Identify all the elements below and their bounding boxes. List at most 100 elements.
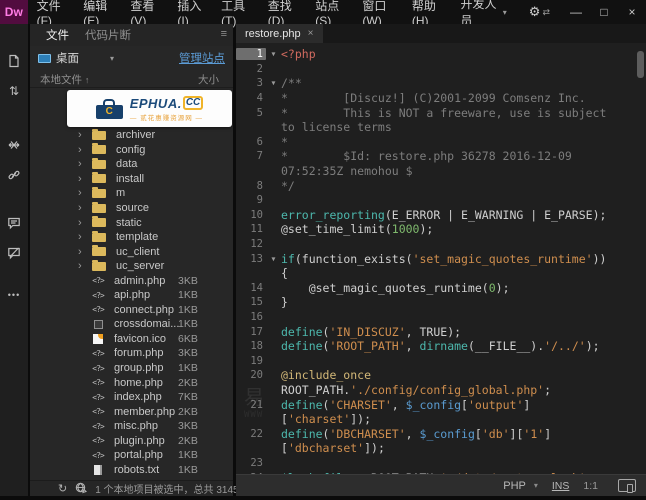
- expand-chevron-icon[interactable]: ›: [78, 130, 92, 140]
- fold-arrow-icon[interactable]: ▼: [266, 50, 281, 58]
- code-line[interactable]: 21define('CHARSET', $_config['output']: [236, 397, 646, 412]
- code-line[interactable]: 22define('DBCHARSET', $_config['db']['1'…: [236, 426, 646, 441]
- column-size[interactable]: 大小: [198, 72, 219, 87]
- tree-row-file[interactable]: <?>connect.php1KB: [30, 303, 233, 318]
- site-select-value[interactable]: 桌面: [56, 50, 79, 66]
- code-line[interactable]: 07:52:35Z nemohou $: [236, 164, 646, 179]
- code-line[interactable]: 18define('ROOT_PATH', dirname(__FILE__).…: [236, 339, 646, 354]
- transfer-arrows-icon[interactable]: ⇅: [3, 80, 25, 102]
- document-tab[interactable]: restore.php ×: [236, 24, 323, 43]
- vertical-scrollbar-thumb[interactable]: [637, 51, 644, 78]
- extract-icon[interactable]: [3, 134, 25, 156]
- code-line[interactable]: 8*/: [236, 178, 646, 193]
- code-line[interactable]: 9: [236, 193, 646, 208]
- column-local-files[interactable]: 本地文件 ↑: [40, 72, 89, 87]
- expand-chevron-icon[interactable]: ›: [78, 159, 92, 169]
- tree-row-folder[interactable]: ›template: [30, 230, 233, 245]
- code-line[interactable]: 13▼if(function_exists('set_magic_quotes_…: [236, 251, 646, 266]
- tab-files[interactable]: 文件: [38, 27, 77, 43]
- code-line[interactable]: 7* $Id: restore.php 36278 2016-12-09: [236, 149, 646, 164]
- code-line[interactable]: 23: [236, 456, 646, 471]
- device-preview-icon[interactable]: [618, 479, 636, 492]
- code-line[interactable]: 2: [236, 62, 646, 77]
- tab-snippets[interactable]: 代码片断: [77, 27, 139, 43]
- comment-off-icon[interactable]: [3, 242, 25, 264]
- code-line[interactable]: 6*: [236, 135, 646, 150]
- fold-arrow-icon[interactable]: ▼: [266, 79, 281, 87]
- workspace-switcher[interactable]: 开发人员 ▾: [450, 0, 516, 24]
- expand-chevron-icon[interactable]: ›: [78, 145, 92, 155]
- expand-chevron-icon[interactable]: ›: [78, 218, 92, 228]
- code-line[interactable]: 17define('IN_DISCUZ', TRUE);: [236, 324, 646, 339]
- code-line[interactable]: 14 @set_magic_quotes_runtime(0);: [236, 281, 646, 296]
- connect-server-icon[interactable]: [75, 482, 87, 496]
- code-line[interactable]: 12: [236, 237, 646, 252]
- tree-row-file[interactable]: <?>api.php1KB: [30, 288, 233, 303]
- expand-chevron-icon[interactable]: ›: [78, 188, 92, 198]
- code-line[interactable]: {: [236, 266, 646, 281]
- tree-row-file[interactable]: <?>group.php1KB: [30, 361, 233, 376]
- minimize-button[interactable]: —: [562, 5, 590, 19]
- tree-row-file[interactable]: favicon.ico6KB: [30, 332, 233, 347]
- file-tree[interactable]: C EPHUA. CC — 贰花惠赚资源网 — ›archiver›config…: [30, 88, 233, 480]
- expand-chevron-icon[interactable]: ›: [78, 174, 92, 184]
- code-line[interactable]: 3▼/**: [236, 76, 646, 91]
- document-panel-icon[interactable]: [3, 50, 25, 72]
- expand-chevron-icon[interactable]: ›: [78, 203, 92, 213]
- toolbox-logo-icon: C: [96, 99, 123, 119]
- tree-row-file[interactable]: <?>portal.php1KB: [30, 448, 233, 463]
- code-line[interactable]: ROOT_PATH.'./config/config_global.php';: [236, 383, 646, 398]
- chevron-down-icon[interactable]: ▾: [110, 54, 114, 63]
- tree-row-file[interactable]: <?>admin.php3KB: [30, 273, 233, 288]
- code-line[interactable]: 4* [Discuz!] (C)2001-2099 Comsenz Inc.: [236, 91, 646, 106]
- folder-name: archiver: [116, 129, 155, 141]
- tree-row-file[interactable]: crossdomai...1KB: [30, 317, 233, 332]
- code-area[interactable]: 易 WWW 1▼<?php23▼/**4* [Discuz!] (C)2001-…: [236, 43, 646, 474]
- tree-row-file[interactable]: <?>member.php2KB: [30, 404, 233, 419]
- tree-row-file[interactable]: <?>plugin.php2KB: [30, 433, 233, 448]
- comment-icon[interactable]: [3, 212, 25, 234]
- tab-close-icon[interactable]: ×: [308, 28, 314, 39]
- tree-row-file[interactable]: <?>home.php2KB: [30, 375, 233, 390]
- tree-row-folder[interactable]: ›install: [30, 172, 233, 187]
- refresh-icon[interactable]: ↻: [58, 484, 67, 494]
- expand-chevron-icon[interactable]: ›: [78, 232, 92, 242]
- code-line[interactable]: ['dbcharset']);: [236, 441, 646, 456]
- close-button[interactable]: ×: [618, 5, 646, 19]
- code-line[interactable]: ['charset']);: [236, 412, 646, 427]
- code-line[interactable]: 10error_reporting(E_ERROR | E_WARNING | …: [236, 208, 646, 223]
- maximize-button[interactable]: □: [590, 5, 618, 19]
- tree-row-folder[interactable]: ›m: [30, 186, 233, 201]
- line-number: 20: [236, 369, 266, 381]
- expand-chevron-icon[interactable]: ›: [78, 261, 92, 271]
- tree-row-folder[interactable]: ›source: [30, 201, 233, 216]
- link-icon[interactable]: [3, 164, 25, 186]
- tree-row-folder[interactable]: › archiver: [30, 128, 233, 143]
- code-line[interactable]: 19: [236, 353, 646, 368]
- tree-row-file[interactable]: <?>index.php7KB: [30, 390, 233, 405]
- code-line[interactable]: 20@include_once: [236, 368, 646, 383]
- code-line[interactable]: 1▼<?php: [236, 47, 646, 62]
- insert-mode-indicator[interactable]: INS: [552, 480, 570, 492]
- tree-row-file[interactable]: <?>misc.php3KB: [30, 419, 233, 434]
- language-selector[interactable]: PHP ▾: [503, 480, 538, 492]
- tree-row-folder[interactable]: ›uc_client: [30, 244, 233, 259]
- tree-row-file[interactable]: robots.txt1KB: [30, 463, 233, 478]
- code-line[interactable]: 16: [236, 310, 646, 325]
- code-line[interactable]: 24$lock_file = ROOT_PATH.'./data/restore…: [236, 470, 646, 474]
- expand-chevron-icon[interactable]: ›: [78, 247, 92, 257]
- tree-row-folder[interactable]: ›uc_server: [30, 259, 233, 274]
- tree-row-folder[interactable]: ›config: [30, 143, 233, 158]
- tree-row-folder[interactable]: ›data: [30, 157, 233, 172]
- manage-sites-link[interactable]: 管理站点: [179, 50, 225, 66]
- sync-settings-button[interactable]: ⚙ ⇄: [517, 0, 562, 24]
- code-line[interactable]: 5* This is NOT a freeware, use is subjec…: [236, 105, 646, 120]
- code-line[interactable]: to license terms: [236, 120, 646, 135]
- tree-row-file[interactable]: <?>forum.php3KB: [30, 346, 233, 361]
- fold-arrow-icon[interactable]: ▼: [266, 255, 281, 263]
- panel-menu-icon[interactable]: ≡: [221, 28, 227, 40]
- code-line[interactable]: 11@set_time_limit(1000);: [236, 222, 646, 237]
- more-panels-icon[interactable]: •••: [8, 290, 20, 300]
- tree-row-folder[interactable]: ›static: [30, 215, 233, 230]
- code-line[interactable]: 15}: [236, 295, 646, 310]
